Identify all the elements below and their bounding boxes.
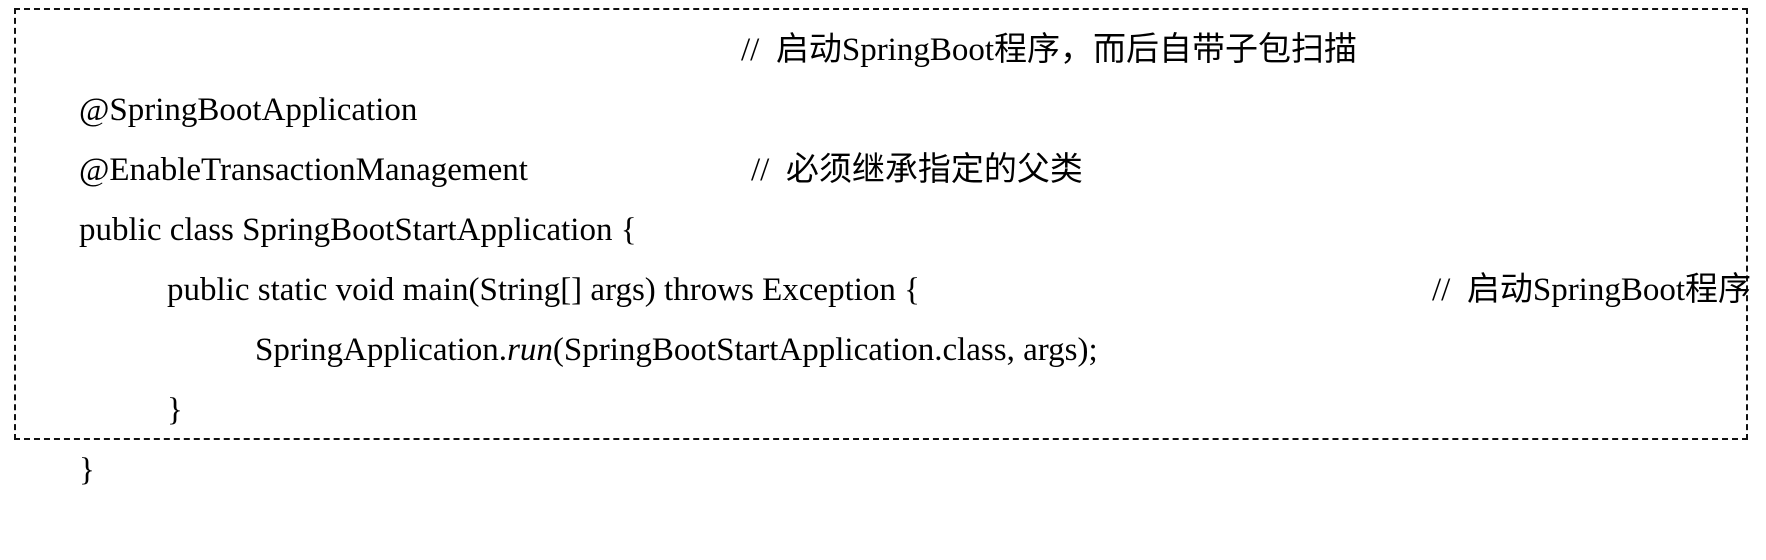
code-listing-box: @SpringBootApplication // 启动SpringBoot程序… — [14, 8, 1751, 488]
code-line-3: public class SpringBootStartApplication … — [46, 140, 1083, 248]
comment-line-3: // 必须继承指定的父类 — [751, 152, 1083, 188]
method-closing-brace: } — [167, 392, 183, 428]
code-line-4: public static void main(String[] args) t… — [134, 200, 920, 308]
run-call-prefix: SpringApplication. — [255, 332, 508, 368]
code-line-2: @EnableTransactionManagement — [46, 80, 528, 188]
code-line-6: } — [134, 320, 183, 428]
run-call-args: (SpringBootStartApplication.class, args)… — [552, 332, 1098, 368]
code-line-7: } — [46, 380, 95, 488]
code-line-1: @SpringBootApplication // 启动SpringBoot程序… — [46, 20, 1357, 128]
class-closing-brace: } — [79, 452, 95, 488]
code-line-5: SpringApplication.run(SpringBootStartApp… — [222, 260, 1751, 368]
run-method-name: run — [507, 332, 553, 368]
comment-line-1: // 启动SpringBoot程序，而后自带子包扫描 — [741, 32, 1358, 68]
comment-line-5: // 启动SpringBoot程序 — [1432, 272, 1752, 308]
